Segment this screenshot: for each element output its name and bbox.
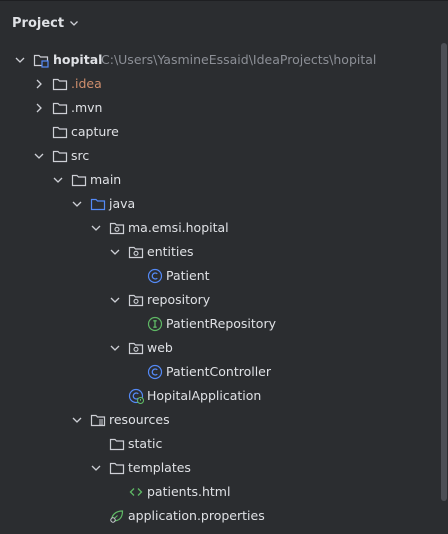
tree-node-static[interactable]: static bbox=[0, 432, 448, 456]
tree-node-mvn[interactable]: .mvn bbox=[0, 96, 448, 120]
project-path: C:\Users\YasmineEssaid\IdeaProjects\hopi… bbox=[101, 52, 377, 67]
folder-icon bbox=[71, 172, 87, 188]
tree-node-capture[interactable]: capture bbox=[0, 120, 448, 144]
chevron-down-icon[interactable] bbox=[71, 198, 83, 210]
tree-node-label: PatientRepository bbox=[166, 316, 276, 331]
tree-node-label: HopitalApplication bbox=[147, 388, 262, 403]
package-icon bbox=[128, 292, 144, 308]
vertical-scrollbar[interactable] bbox=[441, 43, 447, 501]
tree-node-hopital-application[interactable]: HopitalApplication bbox=[0, 384, 448, 408]
chevron-down-icon[interactable] bbox=[109, 342, 121, 354]
tree-node-resources[interactable]: resources bbox=[0, 408, 448, 432]
project-panel-header[interactable]: Project bbox=[0, 1, 448, 45]
folder-icon bbox=[109, 460, 125, 476]
source-folder-icon bbox=[90, 196, 106, 212]
chevron-down-icon[interactable] bbox=[71, 414, 83, 426]
module-folder-icon bbox=[33, 52, 49, 68]
tree-node-label: resources bbox=[109, 412, 170, 427]
java-class-icon bbox=[147, 364, 163, 380]
java-class-icon bbox=[147, 268, 163, 284]
tree-node-label: patients.html bbox=[147, 484, 231, 499]
tree-node-application-properties[interactable]: application.properties bbox=[0, 504, 448, 528]
html-file-icon bbox=[128, 484, 144, 500]
tree-node-label: main bbox=[90, 172, 122, 187]
tree-node-label: repository bbox=[147, 292, 211, 307]
tree-node-patient-controller[interactable]: PatientController bbox=[0, 360, 448, 384]
project-tree: hopital C:\Users\YasmineEssaid\IdeaProje… bbox=[0, 48, 448, 528]
folder-icon bbox=[109, 436, 125, 452]
chevron-down-icon[interactable] bbox=[33, 150, 45, 162]
tree-node-label: static bbox=[128, 436, 163, 451]
tree-node-label: web bbox=[147, 340, 173, 355]
tree-node-hopital[interactable]: hopital C:\Users\YasmineEssaid\IdeaProje… bbox=[0, 48, 448, 72]
chevron-right-icon[interactable] bbox=[33, 78, 45, 90]
project-tool-window: Project hopital C:\Users\YasmineEssaid\I… bbox=[0, 0, 448, 534]
tree-node-package-ma-emsi-hopital[interactable]: ma.emsi.hopital bbox=[0, 216, 448, 240]
spring-properties-icon bbox=[109, 508, 125, 524]
tree-node-label: hopital bbox=[53, 52, 103, 67]
tree-node-label: entities bbox=[147, 244, 194, 259]
tree-node-label: Patient bbox=[166, 268, 210, 283]
folder-icon bbox=[52, 148, 68, 164]
tree-node-label: .mvn bbox=[71, 100, 103, 115]
tree-node-patients-html[interactable]: patients.html bbox=[0, 480, 448, 504]
chevron-down-icon[interactable] bbox=[90, 462, 102, 474]
tree-node-web[interactable]: web bbox=[0, 336, 448, 360]
package-icon bbox=[128, 244, 144, 260]
tree-node-label: capture bbox=[71, 124, 119, 139]
tree-node-label: src bbox=[71, 148, 90, 163]
panel-title[interactable]: Project bbox=[12, 16, 64, 31]
tree-node-java[interactable]: java bbox=[0, 192, 448, 216]
tree-node-patient[interactable]: Patient bbox=[0, 264, 448, 288]
tree-node-label: PatientController bbox=[166, 364, 272, 379]
chevron-down-icon[interactable] bbox=[69, 18, 79, 28]
tree-node-label: application.properties bbox=[128, 508, 265, 523]
tree-node-patient-repository[interactable]: PatientRepository bbox=[0, 312, 448, 336]
tree-node-label: templates bbox=[128, 460, 191, 475]
tree-node-repository[interactable]: repository bbox=[0, 288, 448, 312]
folder-icon bbox=[52, 76, 68, 92]
tree-node-label: ma.emsi.hopital bbox=[128, 220, 229, 235]
java-interface-icon bbox=[147, 316, 163, 332]
folder-icon bbox=[52, 124, 68, 140]
chevron-down-icon[interactable] bbox=[90, 222, 102, 234]
tree-node-label: java bbox=[109, 196, 136, 211]
chevron-down-icon[interactable] bbox=[52, 174, 64, 186]
chevron-down-icon[interactable] bbox=[109, 294, 121, 306]
chevron-down-icon[interactable] bbox=[14, 54, 26, 66]
tree-node-idea[interactable]: .idea bbox=[0, 72, 448, 96]
chevron-right-icon[interactable] bbox=[33, 102, 45, 114]
spring-boot-class-icon bbox=[128, 388, 145, 405]
package-icon bbox=[128, 340, 144, 356]
tree-node-templates[interactable]: templates bbox=[0, 456, 448, 480]
tree-node-main[interactable]: main bbox=[0, 168, 448, 192]
tree-node-src[interactable]: src bbox=[0, 144, 448, 168]
chevron-down-icon[interactable] bbox=[109, 246, 121, 258]
folder-icon bbox=[52, 100, 68, 116]
tree-node-entities[interactable]: entities bbox=[0, 240, 448, 264]
tree-node-label: .idea bbox=[71, 76, 102, 91]
resources-folder-icon bbox=[90, 412, 106, 428]
package-icon bbox=[109, 220, 125, 236]
